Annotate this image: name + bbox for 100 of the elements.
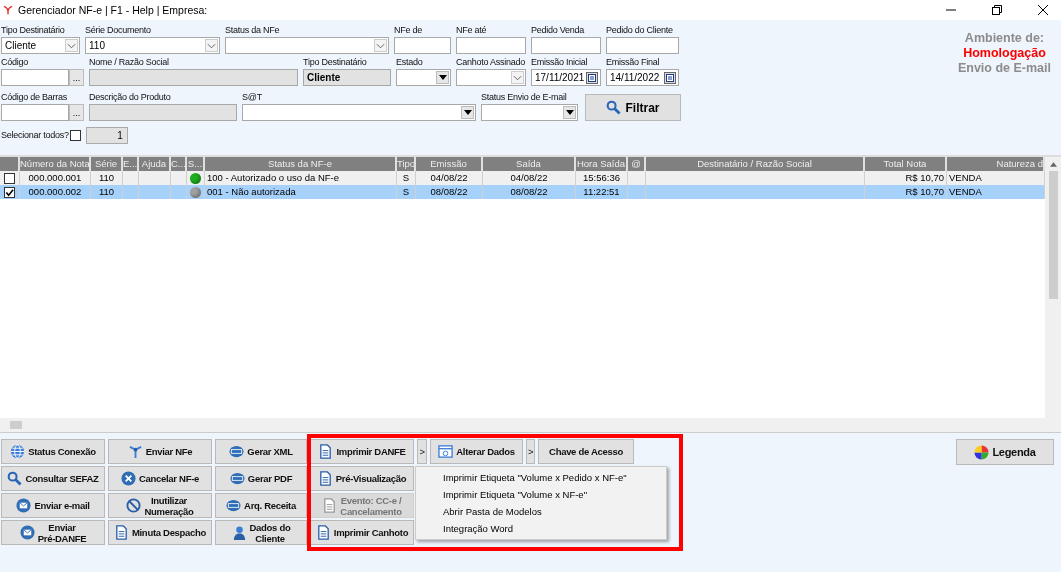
calendar-icon[interactable] [586, 71, 598, 84]
action-button[interactable]: Enviar Pré-DANFE [1, 520, 105, 545]
action-button[interactable]: Dados do Cliente [215, 520, 307, 545]
horizontal-scrollbar[interactable] [0, 418, 1061, 432]
lookup-button[interactable]: ... [69, 104, 84, 121]
row-checkbox[interactable] [4, 186, 15, 198]
dropdown-field[interactable] [481, 104, 578, 121]
app-icon [3, 5, 13, 15]
menu-item[interactable]: Imprimir Etiqueta "Volume x Pedido x NF-e" [416, 469, 666, 486]
close-icon[interactable] [1038, 5, 1048, 15]
expand-button[interactable]: > [417, 439, 427, 464]
input-field[interactable] [531, 37, 601, 54]
total-cell: R$ 10,70 [905, 171, 944, 185]
document-icon [317, 471, 333, 486]
menu-item[interactable]: Imprimir Etiqueta "Volume x NF-e" [416, 486, 666, 503]
total-cell: R$ 10,70 [905, 185, 944, 199]
input-field[interactable] [1, 69, 69, 86]
table-row[interactable]: 000.000.002 110 001 - Não autorizada S 08/08/22 08/08/22 11:22:51 R$ 10,70 VENDA [0, 185, 1045, 199]
field-label: S@T [242, 91, 263, 104]
dropdown-field[interactable] [225, 37, 389, 54]
file-badge-icon [229, 444, 245, 459]
input-field[interactable] [394, 37, 451, 54]
date-field[interactable]: 14/11/2022 [606, 69, 679, 86]
restore-icon[interactable] [992, 5, 1002, 15]
action-button[interactable]: Inutilizar Numeração [108, 493, 212, 518]
action-button[interactable]: Status Conexão [1, 439, 105, 464]
series-cell: 110 [98, 171, 115, 185]
field-label: Pedido do Cliente [606, 24, 674, 37]
dropdown-field[interactable] [242, 104, 476, 121]
mail-icon [19, 525, 35, 540]
series-cell: 110 [98, 185, 115, 199]
vertical-scrollbar[interactable] [1045, 157, 1061, 418]
date-cell: 08/08/22 [510, 185, 548, 199]
type-cell: S [402, 185, 410, 199]
nature-cell: VENDA [949, 185, 982, 199]
scroll-thumb[interactable] [1048, 171, 1058, 299]
lookup-button[interactable]: ... [69, 69, 84, 86]
forbidden-icon [126, 498, 142, 513]
action-button[interactable]: Alterar Dados [430, 439, 523, 464]
input-field[interactable] [606, 37, 679, 54]
date-cell: 04/08/22 [510, 171, 548, 185]
time-cell: 11:22:51 [583, 185, 620, 199]
dropdown-field[interactable] [456, 69, 526, 86]
checkbox[interactable] [69, 130, 81, 141]
color-wheel-icon [974, 444, 990, 460]
scroll-thumb[interactable] [10, 421, 22, 429]
action-button[interactable]: Arq. Receita [215, 493, 307, 518]
search-icon [7, 471, 23, 486]
date-cell: 04/08/22 [430, 171, 468, 185]
field-label: NFe de [394, 24, 423, 37]
action-button[interactable]: Gerar PDF [215, 466, 307, 491]
field-label: Tipo Destinatário [1, 24, 66, 37]
action-button[interactable]: Consultar SEFAZ [1, 466, 105, 491]
row-checkbox[interactable] [4, 172, 15, 184]
status-cell: 100 - Autorizado o uso da NF-e [207, 171, 340, 185]
document-icon [315, 525, 331, 540]
field-label: Nome / Razão Social [89, 56, 170, 69]
document-icon [113, 525, 129, 540]
calendar-icon[interactable] [664, 71, 676, 84]
menu-item[interactable]: Integração Word [416, 520, 666, 537]
action-button[interactable]: Cancelar NF-e [108, 466, 212, 491]
dropdown-field[interactable] [396, 69, 451, 86]
filter-button[interactable]: Filtrar [585, 94, 681, 121]
action-button[interactable]: Imprimir DANFE [310, 439, 414, 464]
document-icon [318, 444, 334, 459]
input-field[interactable] [456, 37, 526, 54]
table-row[interactable]: 000.000.001 110 100 - Autorizado o uso da NF-e S 04/08/22 04/08/22 15:56:36 R$ 10,70 VENDA [0, 171, 1045, 185]
field-label: Emissão Inicial [531, 56, 589, 69]
date-field[interactable]: 17/11/2021 [531, 69, 601, 86]
menu-item[interactable]: Abrir Pasta de Modelos [416, 503, 666, 520]
action-button[interactable]: Chave de Acesso [538, 439, 634, 464]
field-label: Estado [396, 56, 424, 69]
expand-button[interactable]: > [526, 439, 535, 464]
antenna-icon [127, 444, 143, 459]
date-cell: 08/08/22 [430, 185, 468, 199]
scroll-up-icon[interactable] [1049, 162, 1057, 167]
action-button[interactable]: Minuta Despacho [108, 520, 212, 545]
action-button[interactable]: Enviar NFe [108, 439, 212, 464]
legend-button[interactable]: Legenda [956, 439, 1054, 465]
action-button[interactable]: Enviar e-mail [1, 493, 105, 518]
readonly-field: Cliente [303, 69, 391, 86]
action-button[interactable]: Gerar XML [215, 439, 307, 464]
count-field: 1 [85, 127, 128, 144]
dropdown-field[interactable]: Cliente [1, 37, 80, 54]
action-button[interactable]: Pré-Visualização [310, 466, 414, 491]
time-cell: 15:56:36 [583, 171, 620, 185]
nota-number: 000.000.001 [28, 171, 82, 185]
search-icon [606, 100, 622, 115]
environment-value: Homologação [963, 46, 1046, 61]
field-label: Status Envio de E-mail [481, 91, 568, 104]
dropdown-field[interactable]: 110 [85, 37, 220, 54]
select-all-label: Selecionar todos? [1, 129, 69, 142]
action-button[interactable]: Imprimir Canhoto [310, 520, 414, 545]
field-label: Código [1, 56, 30, 69]
input-field[interactable] [1, 104, 69, 121]
field-label: Pedido Venda [531, 24, 586, 37]
field-label: Status da NFe [225, 24, 281, 37]
window-title: Gerenciador NF-e | F1 - Help | Empresa: [18, 4, 208, 16]
nota-number: 000.000.002 [28, 185, 82, 199]
file-badge-icon [226, 498, 242, 513]
